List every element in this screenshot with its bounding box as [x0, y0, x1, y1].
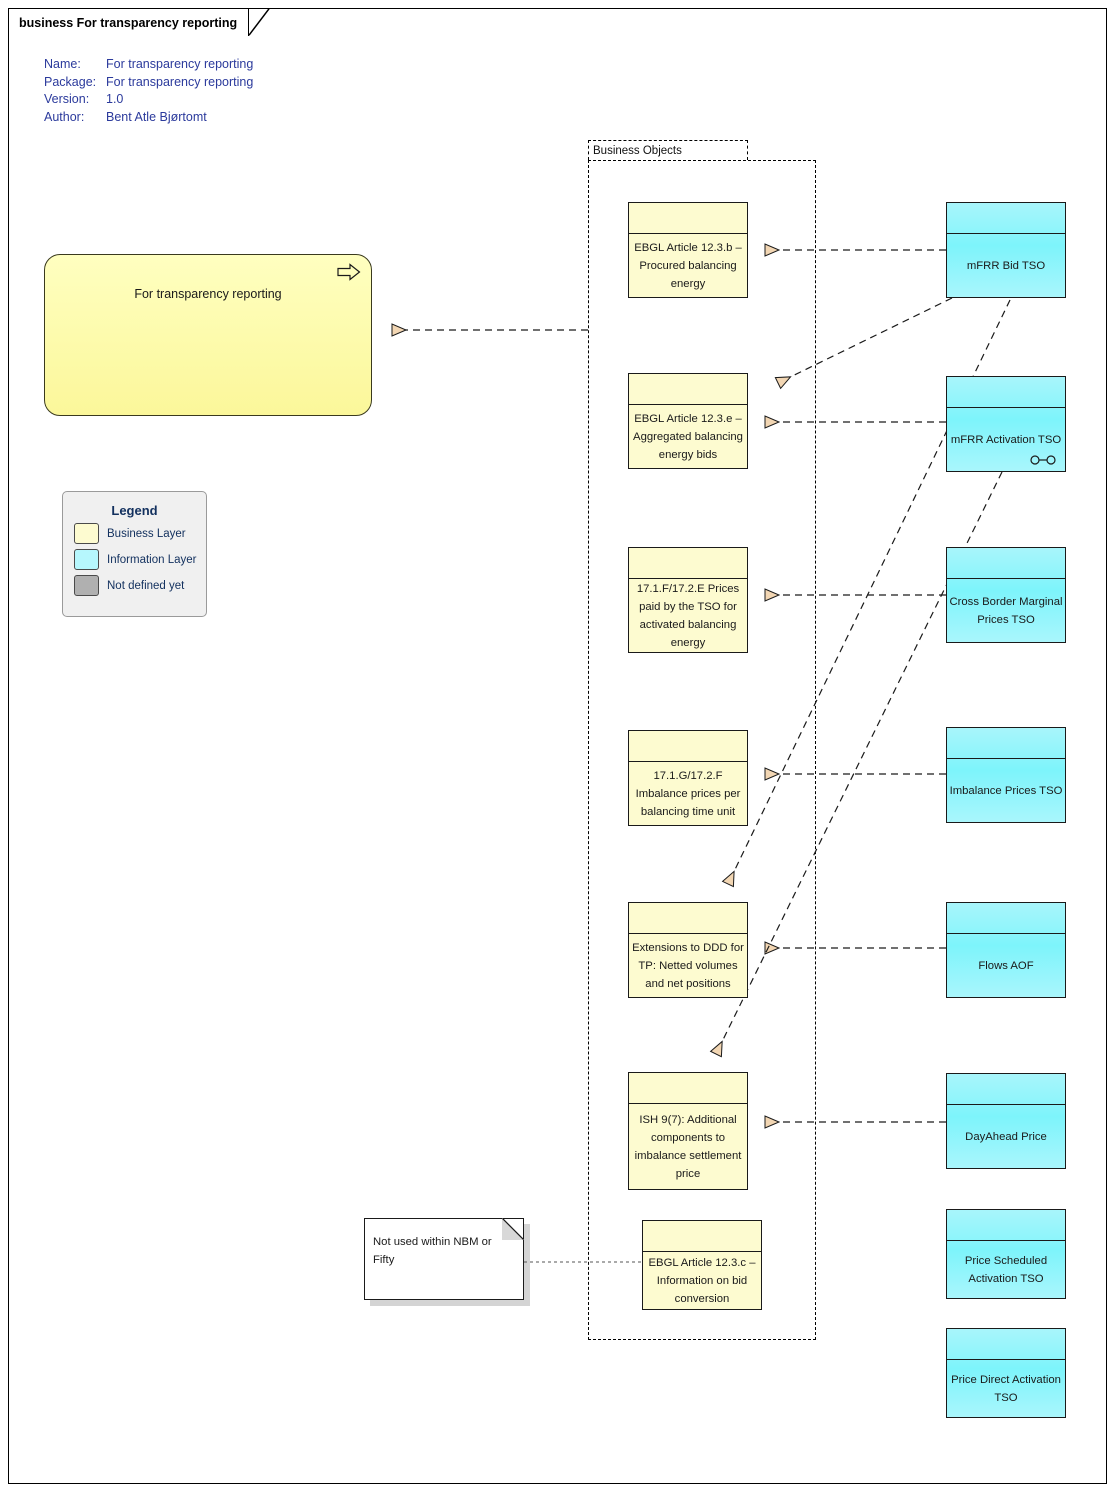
note-not-used-within-nbm[interactable]: Not used within NBM or Fifty [364, 1218, 524, 1300]
business-object-bo-7[interactable]: EBGL Article 12.3.c – Information on bid… [642, 1220, 762, 1310]
object-header-band [629, 374, 747, 405]
information-object-io-3[interactable]: Cross Border Marginal Prices TSO [946, 547, 1066, 643]
object-label: Extensions to DDD for TP: Netted volumes… [632, 941, 744, 990]
information-object-io-5[interactable]: Flows AOF [946, 902, 1066, 998]
metadata-key: Name: [44, 57, 81, 71]
legend-item-label: Not defined yet [107, 579, 185, 592]
object-body: Extensions to DDD for TP: Netted volumes… [629, 934, 747, 997]
information-object-io-6[interactable]: DayAhead Price [946, 1073, 1066, 1169]
object-body: mFRR Bid TSO [947, 234, 1065, 297]
diagram-frame [8, 8, 1107, 1484]
object-header-band [947, 377, 1065, 408]
object-label: mFRR Activation TSO [950, 433, 1062, 446]
metadata-key: Author: [44, 109, 85, 124]
object-label: 17.1.G/17.2.F Imbalance prices per balan… [635, 769, 741, 818]
information-object-io-4[interactable]: Imbalance Prices TSO [946, 727, 1066, 823]
legend-title: Legend [111, 503, 158, 518]
legend-swatch [74, 523, 99, 544]
object-label: Imbalance Prices TSO [949, 784, 1063, 797]
object-header-band [629, 1073, 747, 1104]
information-object-io-1[interactable]: mFRR Bid TSO [946, 202, 1066, 298]
metadata-row: Author: Bent Atle Bjørtomt [44, 109, 253, 127]
object-header-band [947, 203, 1065, 234]
metadata-row: Version: 1.0 [44, 91, 253, 109]
object-header-band [947, 1329, 1065, 1360]
object-body: Price Scheduled Activation TSO [947, 1241, 1065, 1298]
object-body: DayAhead Price [947, 1105, 1065, 1168]
object-label: DayAhead Price [965, 1130, 1047, 1143]
business-process-label: For transparency reporting [134, 287, 282, 301]
business-object-bo-1[interactable]: EBGL Article 12.3.b – Procured balancing… [628, 202, 748, 298]
object-body: 17.1.F/17.2.E Prices paid by the TSO for… [629, 579, 747, 652]
business-object-bo-4[interactable]: 17.1.G/17.2.F Imbalance prices per balan… [628, 730, 748, 826]
note-fold-corner [502, 1218, 524, 1240]
information-object-io-2[interactable]: mFRR Activation TSO [946, 376, 1066, 472]
metadata-value: For transparency reporting [106, 74, 254, 89]
object-header-band [643, 1221, 761, 1252]
object-label: EBGL Article 12.3.c – Information on bid… [648, 1256, 756, 1305]
business-object-bo-6[interactable]: ISH 9(7): Additional components to imbal… [628, 1072, 748, 1190]
object-label: EBGL Article 12.3.b – Procured balancing… [634, 241, 742, 290]
metadata-value: For transparency reporting [106, 57, 254, 71]
object-header-band [947, 1210, 1065, 1241]
diagram-metadata: Name: For transparency reporting Package: F… [44, 56, 253, 126]
object-body: EBGL Article 12.3.b – Procured balancing… [629, 234, 747, 297]
information-object-io-8[interactable]: Price Direct Activation TSO [946, 1328, 1066, 1418]
metadata-value: 1.0 [106, 92, 124, 106]
note-text: Not used within NBM or Fifty [373, 1236, 492, 1266]
object-body: Imbalance Prices TSO [947, 759, 1065, 822]
metadata-key: Version: [44, 92, 90, 106]
business-object-bo-3[interactable]: 17.1.F/17.2.E Prices paid by the TSO for… [628, 547, 748, 653]
object-label: Price Scheduled Activation TSO [964, 1254, 1048, 1285]
legend-swatch [74, 549, 99, 570]
business-object-bo-2[interactable]: EBGL Article 12.3.e – Aggregated balanci… [628, 373, 748, 469]
process-arrow-icon [337, 263, 361, 281]
object-label: Flows AOF [978, 959, 1034, 972]
diagram-tab-title: business For transparency reporting [19, 15, 238, 30]
legend-item-0: Business Layer [74, 523, 206, 544]
object-header-band [629, 548, 747, 579]
object-header-band [629, 203, 747, 234]
legend-item-label: Information Layer [107, 553, 197, 566]
object-body: 17.1.G/17.2.F Imbalance prices per balan… [629, 762, 747, 825]
legend-item-2: Not defined yet [74, 575, 206, 596]
business-object-bo-5[interactable]: Extensions to DDD for TP: Netted volumes… [628, 902, 748, 998]
object-header-band [947, 1074, 1065, 1105]
object-body: Price Direct Activation TSO [947, 1360, 1065, 1417]
diagram-tab-corner [249, 8, 275, 36]
legend-item-label: Business Layer [107, 527, 186, 540]
interface-socket-icon [1030, 452, 1056, 465]
object-label: ISH 9(7): Additional components to imbal… [634, 1113, 742, 1180]
business-process-for-transparency-reporting[interactable]: For transparency reporting [44, 254, 372, 416]
object-header-band [629, 731, 747, 762]
object-body: EBGL Article 12.3.e – Aggregated balanci… [629, 405, 747, 468]
legend-panel: Legend Business Layer Information Layer No… [62, 491, 207, 617]
object-label: 17.1.F/17.2.E Prices paid by the TSO for… [636, 582, 740, 649]
legend-swatch [74, 575, 99, 596]
object-body: EBGL Article 12.3.c – Information on bid… [643, 1252, 761, 1309]
diagram-canvas: business For transparency reporting Name… [0, 0, 1117, 1494]
object-header-band [947, 548, 1065, 579]
metadata-value: Bent Atle Bjørtomt [106, 109, 207, 124]
object-label: Price Direct Activation TSO [951, 1373, 1061, 1404]
metadata-row: Name: For transparency reporting [44, 56, 253, 74]
information-object-io-7[interactable]: Price Scheduled Activation TSO [946, 1209, 1066, 1299]
object-header-band [947, 903, 1065, 934]
object-label: EBGL Article 12.3.e – Aggregated balanci… [633, 412, 743, 461]
metadata-row: Package: For transparency reporting [44, 74, 253, 92]
object-body: Cross Border Marginal Prices TSO [947, 579, 1065, 642]
object-label: mFRR Bid TSO [966, 259, 1046, 272]
object-header-band [947, 728, 1065, 759]
business-objects-group-label: Business Objects [593, 145, 682, 157]
metadata-key: Package: [44, 74, 97, 89]
object-header-band [629, 903, 747, 934]
legend-item-1: Information Layer [74, 549, 206, 570]
object-label: Cross Border Marginal Prices TSO [949, 595, 1063, 626]
object-body: Flows AOF [947, 934, 1065, 997]
object-body: ISH 9(7): Additional components to imbal… [629, 1104, 747, 1189]
